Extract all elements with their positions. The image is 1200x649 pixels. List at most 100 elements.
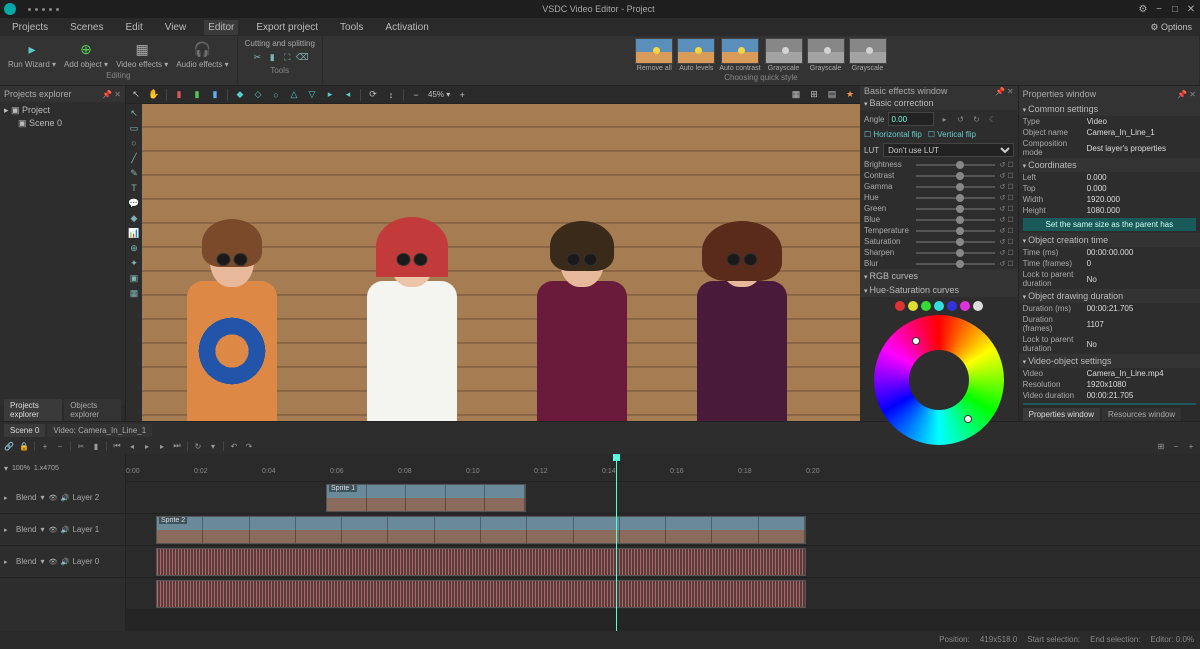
tl-zoomin-icon[interactable]: + (1186, 441, 1196, 451)
hue-swatch[interactable] (960, 301, 970, 311)
hue-swatch[interactable] (947, 301, 957, 311)
tl-loop-icon[interactable]: ↻ (193, 441, 203, 451)
tab-resources[interactable]: Resources window (1102, 408, 1181, 421)
property-row[interactable]: VideoCamera_In_Line.mp4 (1019, 368, 1200, 379)
menu-view[interactable]: View (161, 20, 191, 35)
coords-header[interactable]: Coordinates (1019, 158, 1200, 172)
clip-audio-2[interactable] (156, 580, 806, 608)
tool-b-icon[interactable]: ◇ (252, 89, 264, 101)
slider-brightness[interactable]: Brightness↺☐ (860, 159, 1018, 170)
tool-g-icon[interactable]: ⟳ (367, 89, 379, 101)
track-header-2[interactable]: ▸ Blend ▾ 👁 🔊 Layer 2 (0, 482, 125, 514)
tool-f-icon[interactable]: ◂ (342, 89, 354, 101)
tab-objects-explorer[interactable]: Objects explorer (64, 399, 121, 421)
hue-swatch[interactable] (895, 301, 905, 311)
track-header-1[interactable]: ▸Blend▾ 👁🔊 Layer 1 (0, 514, 125, 546)
slider-saturation[interactable]: Saturation↺☐ (860, 236, 1018, 247)
angle-stepper-icon[interactable]: ▸ (938, 113, 950, 125)
settings-icon[interactable]: ⚙ (1138, 4, 1148, 14)
tl-fit-icon[interactable]: ⊞ (1156, 441, 1166, 451)
options-gear-icon[interactable]: ⚙ Options (1150, 22, 1192, 33)
vtool-animation-icon[interactable]: ✦ (128, 257, 140, 269)
tl-split-icon[interactable]: ▮ (91, 441, 101, 451)
slider-gamma[interactable]: Gamma↺☐ (860, 181, 1018, 192)
vtool-rect-icon[interactable]: ▭ (128, 122, 140, 134)
tl-next-icon[interactable]: ▸ (157, 441, 167, 451)
tool-cursor-icon[interactable]: ↖ (130, 89, 142, 101)
vtool-select-icon[interactable]: ↖ (128, 107, 140, 119)
vtool-ellipse-icon[interactable]: ○ (128, 137, 140, 149)
safe-area-icon[interactable]: ⊞ (808, 89, 820, 101)
grid-icon[interactable]: ▦ (790, 89, 802, 101)
tl-remove-icon[interactable]: − (55, 441, 65, 451)
property-row[interactable]: Width1920.000 (1019, 194, 1200, 205)
props-close-icon[interactable]: ✕ (1189, 90, 1196, 99)
set-parent-size-button[interactable]: Set the same size as the parent has (1023, 218, 1196, 231)
horizontal-flip-button[interactable]: ☐ Horizontal flip (864, 130, 922, 139)
clip-audio-1[interactable] (156, 548, 806, 576)
close-icon[interactable]: ✕ (1186, 4, 1196, 14)
tl-cut-icon[interactable]: ✂ (76, 441, 86, 451)
vtool-counter-icon[interactable]: ⊕ (128, 242, 140, 254)
tool-rect-green-icon[interactable]: ▮ (191, 89, 203, 101)
tool-fx-icon[interactable]: ★ (844, 89, 856, 101)
tl-chain-icon[interactable]: 🔗 (4, 441, 14, 451)
tree-project-node[interactable]: ▸ ▣ Project (4, 104, 121, 117)
vtool-text-icon[interactable]: T (128, 182, 140, 194)
tl-expand-icon[interactable]: ▾ (4, 464, 8, 473)
slider-blur[interactable]: Blur↺☐ (860, 258, 1018, 269)
angle-reset-icon[interactable]: ↺ (954, 113, 966, 125)
menu-export[interactable]: Export project (252, 20, 322, 35)
vertical-flip-button[interactable]: ☐ Vertical flip (928, 130, 976, 139)
add-object-button[interactable]: ⊕Add object ▾ (62, 38, 110, 70)
property-row[interactable]: Resolution1920x1080 (1019, 379, 1200, 390)
menu-activation[interactable]: Activation (381, 20, 432, 35)
track-collapse-icon[interactable]: ▸ (4, 494, 12, 502)
slider-temperature[interactable]: Temperature↺☐ (860, 225, 1018, 236)
tl-marker-icon[interactable]: ▾ (208, 441, 218, 451)
track-header-0[interactable]: ▸Blend▾ 👁🔊 Layer 0 (0, 546, 125, 578)
tl-lock-icon[interactable]: 🔒 (19, 441, 29, 451)
tl-undo-icon[interactable]: ↶ (229, 441, 239, 451)
property-row[interactable]: TypeVideo (1019, 116, 1200, 127)
clip-sprite-2[interactable]: Sprite 2 (156, 516, 806, 544)
property-row[interactable]: Time (ms)00:00:00.000 (1019, 247, 1200, 258)
track-visible-icon[interactable]: 👁 (48, 494, 56, 502)
tool-a-icon[interactable]: ◆ (234, 89, 246, 101)
tl-last-icon[interactable]: ⏭ (172, 441, 182, 451)
color-wheel[interactable] (874, 315, 1004, 445)
tool-play-icon[interactable]: ▸ (324, 89, 336, 101)
basic-correction-header[interactable]: Basic correction (860, 96, 1018, 110)
zoom-in-icon[interactable]: + (456, 89, 468, 101)
hue-swatch[interactable] (921, 301, 931, 311)
property-row[interactable]: Duration (frames)1107 (1019, 314, 1200, 334)
menu-edit[interactable]: Edit (121, 20, 146, 35)
maximize-icon[interactable]: □ (1170, 4, 1180, 14)
vtool-video-icon[interactable]: ▦ (128, 287, 140, 299)
hue-swatch[interactable] (934, 301, 944, 311)
creation-time-header[interactable]: Object creation time (1019, 233, 1200, 247)
angle-input[interactable] (888, 112, 934, 126)
props-pin-icon[interactable]: 📌 (1177, 90, 1187, 99)
hue-swatch[interactable] (908, 301, 918, 311)
tl-zoomout-icon[interactable]: − (1171, 441, 1181, 451)
panel-close-icon[interactable]: ✕ (114, 90, 121, 99)
hue-swatch[interactable] (973, 301, 983, 311)
video-settings-header[interactable]: Video-object settings (1019, 354, 1200, 368)
property-row[interactable]: Top0.000 (1019, 183, 1200, 194)
clip-sprite-1[interactable]: Sprite 1 (326, 484, 526, 512)
tl-first-icon[interactable]: ⏮ (112, 441, 122, 451)
effects-pin-icon[interactable]: 📌 (995, 87, 1005, 96)
style-remove-all[interactable]: Remove all (635, 38, 673, 72)
cut-icon[interactable]: ✂ (251, 51, 263, 63)
slider-blue[interactable]: Blue↺☐ (860, 214, 1018, 225)
panel-pin-icon[interactable]: 📌 (102, 90, 112, 99)
rgb-curves-header[interactable]: RGB curves (860, 269, 1018, 283)
menu-editor[interactable]: Editor (204, 20, 238, 35)
slider-contrast[interactable]: Contrast↺☐ (860, 170, 1018, 181)
tool-hand-icon[interactable]: ✋ (148, 89, 160, 101)
tab-projects-explorer[interactable]: Projects explorer (4, 399, 62, 421)
vtool-sprite-icon[interactable]: ▣ (128, 272, 140, 284)
timeline-ruler[interactable]: 0:000:020:040:060:080:100:120:140:160:18… (126, 454, 1200, 482)
tl-prev-icon[interactable]: ◂ (127, 441, 137, 451)
